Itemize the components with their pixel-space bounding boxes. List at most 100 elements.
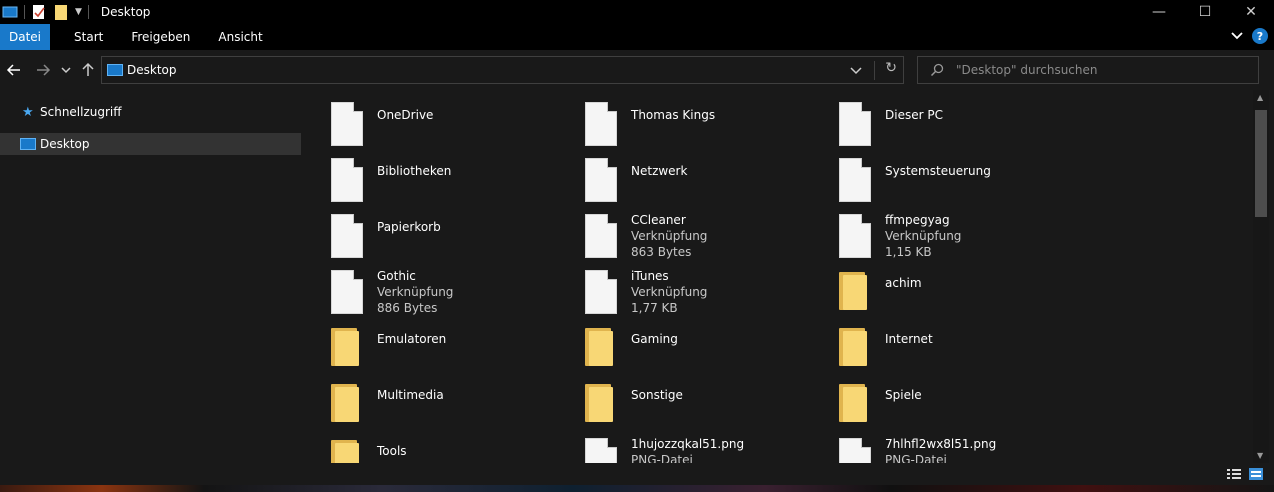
list-item-papierkorb[interactable]: Papierkorb <box>305 202 555 258</box>
nav-item-schnellzugriff[interactable]: ★ Schnellzugriff <box>0 101 301 123</box>
list-item-gothic[interactable]: Gothic Verknüpfung 886 Bytes <box>305 258 555 315</box>
document-icon <box>331 270 363 314</box>
list-item-onedrive[interactable]: OneDrive <box>305 90 555 146</box>
nav-item-label: Desktop <box>40 137 90 151</box>
item-name: ffmpegyag <box>885 213 950 227</box>
document-icon <box>839 158 871 202</box>
folder-icon <box>585 328 613 366</box>
status-bar <box>0 463 1274 485</box>
folder-icon <box>839 384 867 422</box>
address-dropdown-icon[interactable] <box>849 63 863 77</box>
refresh-icon[interactable]: ↻ <box>885 60 897 76</box>
address-bar[interactable]: Desktop ↻ <box>101 56 904 84</box>
chevron-down-icon <box>61 67 71 74</box>
star-icon: ★ <box>22 104 34 120</box>
folder-icon <box>839 328 867 366</box>
properties-icon[interactable] <box>31 4 47 20</box>
list-item-systemsteuerung[interactable]: Systemsteuerung <box>813 146 1063 202</box>
list-item-sonstige[interactable]: Sonstige <box>559 370 809 422</box>
arrow-left-icon <box>6 64 20 76</box>
help-icon[interactable]: ? <box>1252 28 1268 44</box>
item-type: PNG-Datei <box>631 453 693 463</box>
scroll-down-icon[interactable]: ▼ <box>1257 451 1263 460</box>
item-type: Verknüpfung <box>377 285 454 299</box>
item-name: Papierkorb <box>377 220 441 234</box>
document-icon <box>331 158 363 202</box>
ribbon-tabs: Datei Start Freigeben Ansicht ? <box>0 24 1274 50</box>
list-item-dieser-pc[interactable]: Dieser PC <box>813 90 1063 146</box>
item-name: CCleaner <box>631 213 686 227</box>
minimize-button[interactable]: — <box>1136 0 1182 24</box>
forward-button[interactable] <box>33 60 53 80</box>
qat-dropdown-icon[interactable]: ▼ <box>75 7 82 17</box>
tab-datei[interactable]: Datei <box>0 24 51 50</box>
maximize-button[interactable]: ☐ <box>1182 0 1228 24</box>
list-item-gaming[interactable]: Gaming <box>559 314 809 366</box>
list-item-multimedia[interactable]: Multimedia <box>305 370 555 422</box>
new-folder-icon[interactable] <box>53 4 69 20</box>
window-desktop-icon <box>2 4 18 20</box>
item-name: Multimedia <box>377 388 444 402</box>
close-button[interactable]: ✕ <box>1228 0 1274 24</box>
title-bar: ▼ Desktop — ☐ ✕ <box>0 0 1274 24</box>
list-item-thomas-kings[interactable]: Thomas Kings <box>559 90 809 146</box>
vertical-scrollbar[interactable]: ▲ ▼ <box>1253 90 1269 463</box>
nav-item-desktop[interactable]: Desktop <box>0 133 301 155</box>
scroll-up-icon[interactable]: ▲ <box>1257 93 1263 102</box>
item-name: Spiele <box>885 388 922 402</box>
tab-start[interactable]: Start <box>64 24 113 50</box>
list-item-emulatoren[interactable]: Emulatoren <box>305 314 555 366</box>
document-icon <box>331 102 363 146</box>
search-box[interactable] <box>917 56 1259 84</box>
item-name: Bibliotheken <box>377 164 452 178</box>
list-item-7hlhfl2wx8l51[interactable]: 7hlhfl2wx8l51.png PNG-Datei <box>813 426 1063 463</box>
search-input[interactable] <box>956 63 1246 77</box>
item-name: achim <box>885 276 922 290</box>
item-type: PNG-Datei <box>885 453 947 463</box>
item-name: Dieser PC <box>885 108 943 122</box>
arrow-right-icon <box>37 64 51 76</box>
item-type: Verknüpfung <box>631 285 708 299</box>
item-type: Verknüpfung <box>631 229 708 243</box>
item-name: Netzwerk <box>631 164 688 178</box>
scrollbar-thumb[interactable] <box>1255 110 1267 217</box>
document-icon <box>585 270 617 314</box>
list-item-spiele[interactable]: Spiele <box>813 370 1063 422</box>
item-name: Systemsteuerung <box>885 164 991 178</box>
address-path: Desktop <box>127 63 177 77</box>
folder-icon <box>331 328 359 366</box>
list-item-tools[interactable]: Tools <box>305 426 555 463</box>
tab-freigeben[interactable]: Freigeben <box>121 24 200 50</box>
list-item-ccleaner[interactable]: CCleaner Verknüpfung 863 Bytes <box>559 202 809 259</box>
item-name: Sonstige <box>631 388 683 402</box>
expand-ribbon-icon[interactable] <box>1230 29 1244 43</box>
document-icon <box>331 214 363 258</box>
tiles-view-icon[interactable] <box>1249 468 1263 480</box>
back-button[interactable] <box>4 60 24 80</box>
item-name: Tools <box>377 444 407 458</box>
folder-icon <box>331 440 359 463</box>
list-item-netzwerk[interactable]: Netzwerk <box>559 146 809 202</box>
list-item-bibliotheken[interactable]: Bibliotheken <box>305 146 555 202</box>
desktop-background-strip <box>0 485 1274 492</box>
tab-ansicht[interactable]: Ansicht <box>208 24 272 50</box>
search-icon <box>930 63 944 77</box>
document-icon <box>839 438 871 463</box>
document-icon <box>585 214 617 258</box>
desktop-icon <box>107 64 123 76</box>
list-item-achim[interactable]: achim <box>813 258 1063 310</box>
folder-icon <box>839 272 867 310</box>
navigation-bar: Desktop ↻ <box>0 50 1274 90</box>
list-item-internet[interactable]: Internet <box>813 314 1063 366</box>
nav-item-label: Schnellzugriff <box>40 105 122 119</box>
item-name: Thomas Kings <box>631 108 716 122</box>
up-button[interactable] <box>78 60 98 80</box>
arrow-up-icon <box>82 62 94 76</box>
window-controls: — ☐ ✕ <box>1136 0 1274 24</box>
list-item-ffmpegyag[interactable]: ffmpegyag Verknüpfung 1,15 KB <box>813 202 1063 259</box>
recent-locations-button[interactable] <box>58 60 74 80</box>
list-item-itunes[interactable]: iTunes Verknüpfung 1,77 KB <box>559 258 809 315</box>
window-title: Desktop <box>100 5 151 19</box>
details-view-icon[interactable] <box>1227 468 1241 480</box>
list-item-1hujozzqkal51[interactable]: 1hujozzqkal51.png PNG-Datei <box>559 426 809 463</box>
